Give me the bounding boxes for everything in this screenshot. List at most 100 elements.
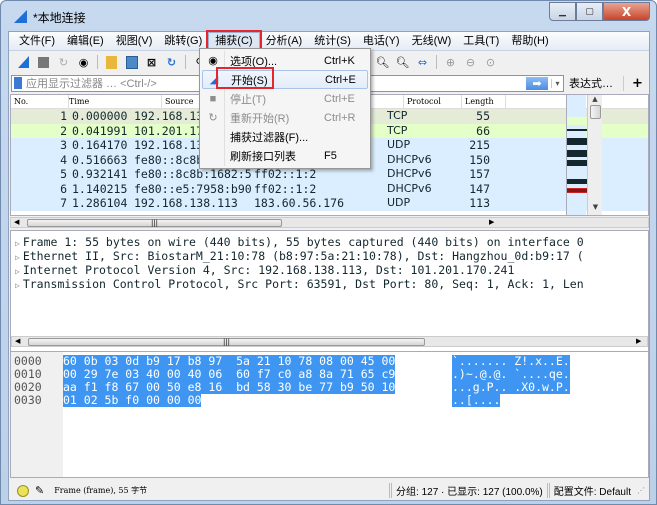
menu-8[interactable]: 无线(W) [406,32,458,51]
cell-len: 150 [469,152,490,167]
detail-tree-item[interactable]: ▷ Ethernet II, Src: BiostarM_21:10:78 (b8… [11,249,648,263]
expand-arrow-icon[interactable]: ▷ [15,267,20,276]
expert-info-led-icon[interactable] [17,484,29,497]
field-info: Frame (frame), 55 字节 [54,486,148,495]
cell-time: 0.041991 [72,123,128,138]
menu-2[interactable]: 视图(V) [110,32,159,51]
menu-item-shortcut: Ctrl+K [324,54,355,67]
vertical-scrollbar[interactable]: ▲ ▼ [587,95,602,215]
folder-icon [106,55,117,69]
menu-1[interactable]: 编辑(E) [61,32,110,51]
menu-0[interactable]: 文件(F) [13,32,61,51]
scroll-right-arrow[interactable]: ▶ [489,218,494,226]
hscroll-thumb[interactable]: ||| [28,338,425,346]
capture-menu-item-2[interactable]: ■ 停止(T) Ctrl+E [202,89,368,108]
detail-text: Transmission Control Protocol, Src Port:… [22,277,584,291]
menu-item-label: 重新开始(R) [230,112,290,125]
normal-size-button[interactable]: ⊙ [482,54,499,71]
add-filter-button[interactable]: + [623,75,643,91]
detail-tree-item[interactable]: ▷ Frame 1: 55 bytes on wire (440 bits), 5… [11,235,648,249]
zoom-out-font-button[interactable]: ⊖ [462,54,479,71]
cell-proto: TCP [387,123,408,137]
cell-src: 192.168.138.113 [134,196,238,210]
hex-ascii[interactable]: ..[.... [452,394,501,407]
packet-row[interactable]: 7 1.286104 192.168.138.113 183.60.56.176 UDP… [11,196,648,211]
column-header-protocol[interactable]: Protocol [404,95,462,108]
profile-selector[interactable]: 配置文件: Default [554,483,631,498]
cell-len: 157 [469,167,490,181]
cell-src: fe80::e5:7958:b902:… [134,181,251,196]
filter-history-dropdown[interactable]: ▾ [551,78,563,88]
scroll-right-arrow[interactable]: ▶ [636,337,641,345]
restart-capture-button[interactable]: ↻ [55,54,72,71]
save-file-button[interactable] [123,54,140,71]
zoom-out-button[interactable]: 🔍︎ [394,54,411,71]
resize-columns-icon: ⇔ [417,55,428,69]
capture-menu-item-4[interactable]: 捕获过滤器(F)... [202,127,368,146]
details-hscrollbar[interactable]: ◀ ||| ▶ [11,336,648,347]
expand-arrow-icon[interactable]: ▷ [15,253,20,262]
menu-item-label: 捕获过滤器(F)... [230,131,309,144]
hex-bytes[interactable]: 01 02 5b f0 00 00 00 [63,394,202,407]
toolbar-divider [97,55,98,69]
edit-comment-icon[interactable]: ✎ [35,484,44,497]
packet-row[interactable]: 6 1.140215 fe80::e5:7958:b902:…ff02::1:2 DH… [11,181,648,196]
scroll-left-arrow[interactable]: ◀ [14,218,19,226]
status-bar: ✎ Frame (frame), 55 字节 分组: 127 · 已显示: 12… [9,480,649,501]
column-header-time[interactable]: Time [69,95,162,108]
menu-item-label: 刷新接口列表 [230,150,296,163]
cell-len: 55 [476,109,490,123]
packet-minimap[interactable] [566,95,587,215]
open-file-button[interactable] [103,54,120,71]
column-header-no[interactable]: No. [11,95,69,108]
packet-list-hscrollbar[interactable]: ◀ ||| ▶ [10,217,649,228]
scroll-thumb[interactable] [589,105,601,119]
cell-no: 6 [60,181,67,196]
column-header-length[interactable]: Length [462,95,506,108]
expression-button[interactable]: 表达式… [569,75,613,91]
window-title: *本地连接 [33,11,86,25]
file-icon [125,55,138,69]
cell-proto: UDP [387,196,411,209]
resize-grip-icon[interactable]: ⋰ [637,486,645,495]
close-file-button[interactable]: ⊠ [143,54,160,71]
highlight-box-start [216,67,274,89]
stop-icon [38,56,49,68]
detail-tree-item[interactable]: ▷ Internet Protocol Version 4, Src: 192.1… [11,263,648,277]
zoom-in-button[interactable]: 🔍︎ [374,54,391,71]
capture-menu-item-3[interactable]: ↻ 重新开始(R) Ctrl+R [202,108,368,127]
cell-no: 7 [60,196,67,210]
detail-text: Internet Protocol Version 4, Src: 192.16… [22,263,515,277]
cell-time: 0.164170 [72,138,128,152]
close-button[interactable]: X [603,2,650,21]
detail-text: Ethernet II, Src: BiostarM_21:10:78 (b8:… [22,249,584,263]
toolbar-divider [436,55,437,69]
scroll-left-arrow[interactable]: ◀ [15,337,20,345]
zoom-in-font-button[interactable]: ⊕ [442,54,459,71]
cell-time: 0.516663 [72,152,128,167]
expand-arrow-icon[interactable]: ▷ [15,281,20,290]
cell-time: 0.000000 [72,109,128,123]
menu-item-shortcut: Ctrl+E [324,92,355,105]
resize-columns-button[interactable]: ⇔ [414,54,431,71]
start-capture-button[interactable] [15,54,32,71]
cell-proto: TCP [387,109,408,122]
bookmark-icon[interactable] [14,77,22,89]
detail-text: Frame 1: 55 bytes on wire (440 bits), 55… [22,235,584,249]
hscroll-thumb[interactable]: ||| [27,219,282,227]
expand-arrow-icon[interactable]: ▷ [15,239,20,248]
minimize-button[interactable]: ▁ [549,2,576,21]
detail-tree-item[interactable]: ▷ Transmission Control Protocol, Src Port… [11,277,648,291]
scroll-up-arrow[interactable]: ▲ [588,95,602,103]
packet-row[interactable]: 5 0.932141 fe80::8c8b:1682:536…ff02::1:2 DH… [11,167,648,182]
apply-filter-button[interactable]: ➡ [526,76,548,90]
stop-capture-button[interactable] [35,54,52,71]
menu-9[interactable]: 工具(T) [457,32,505,51]
maximize-button[interactable]: ▢ [576,2,603,21]
scroll-down-arrow[interactable]: ▼ [588,203,603,211]
capture-options-button[interactable]: ◉ [75,54,92,71]
menu-10[interactable]: 帮助(H) [505,32,554,51]
reload-file-button[interactable]: ↻ [163,54,180,71]
close-file-icon: ⊠ [146,55,157,69]
capture-menu-item-5[interactable]: 刷新接口列表 F5 [202,146,368,165]
